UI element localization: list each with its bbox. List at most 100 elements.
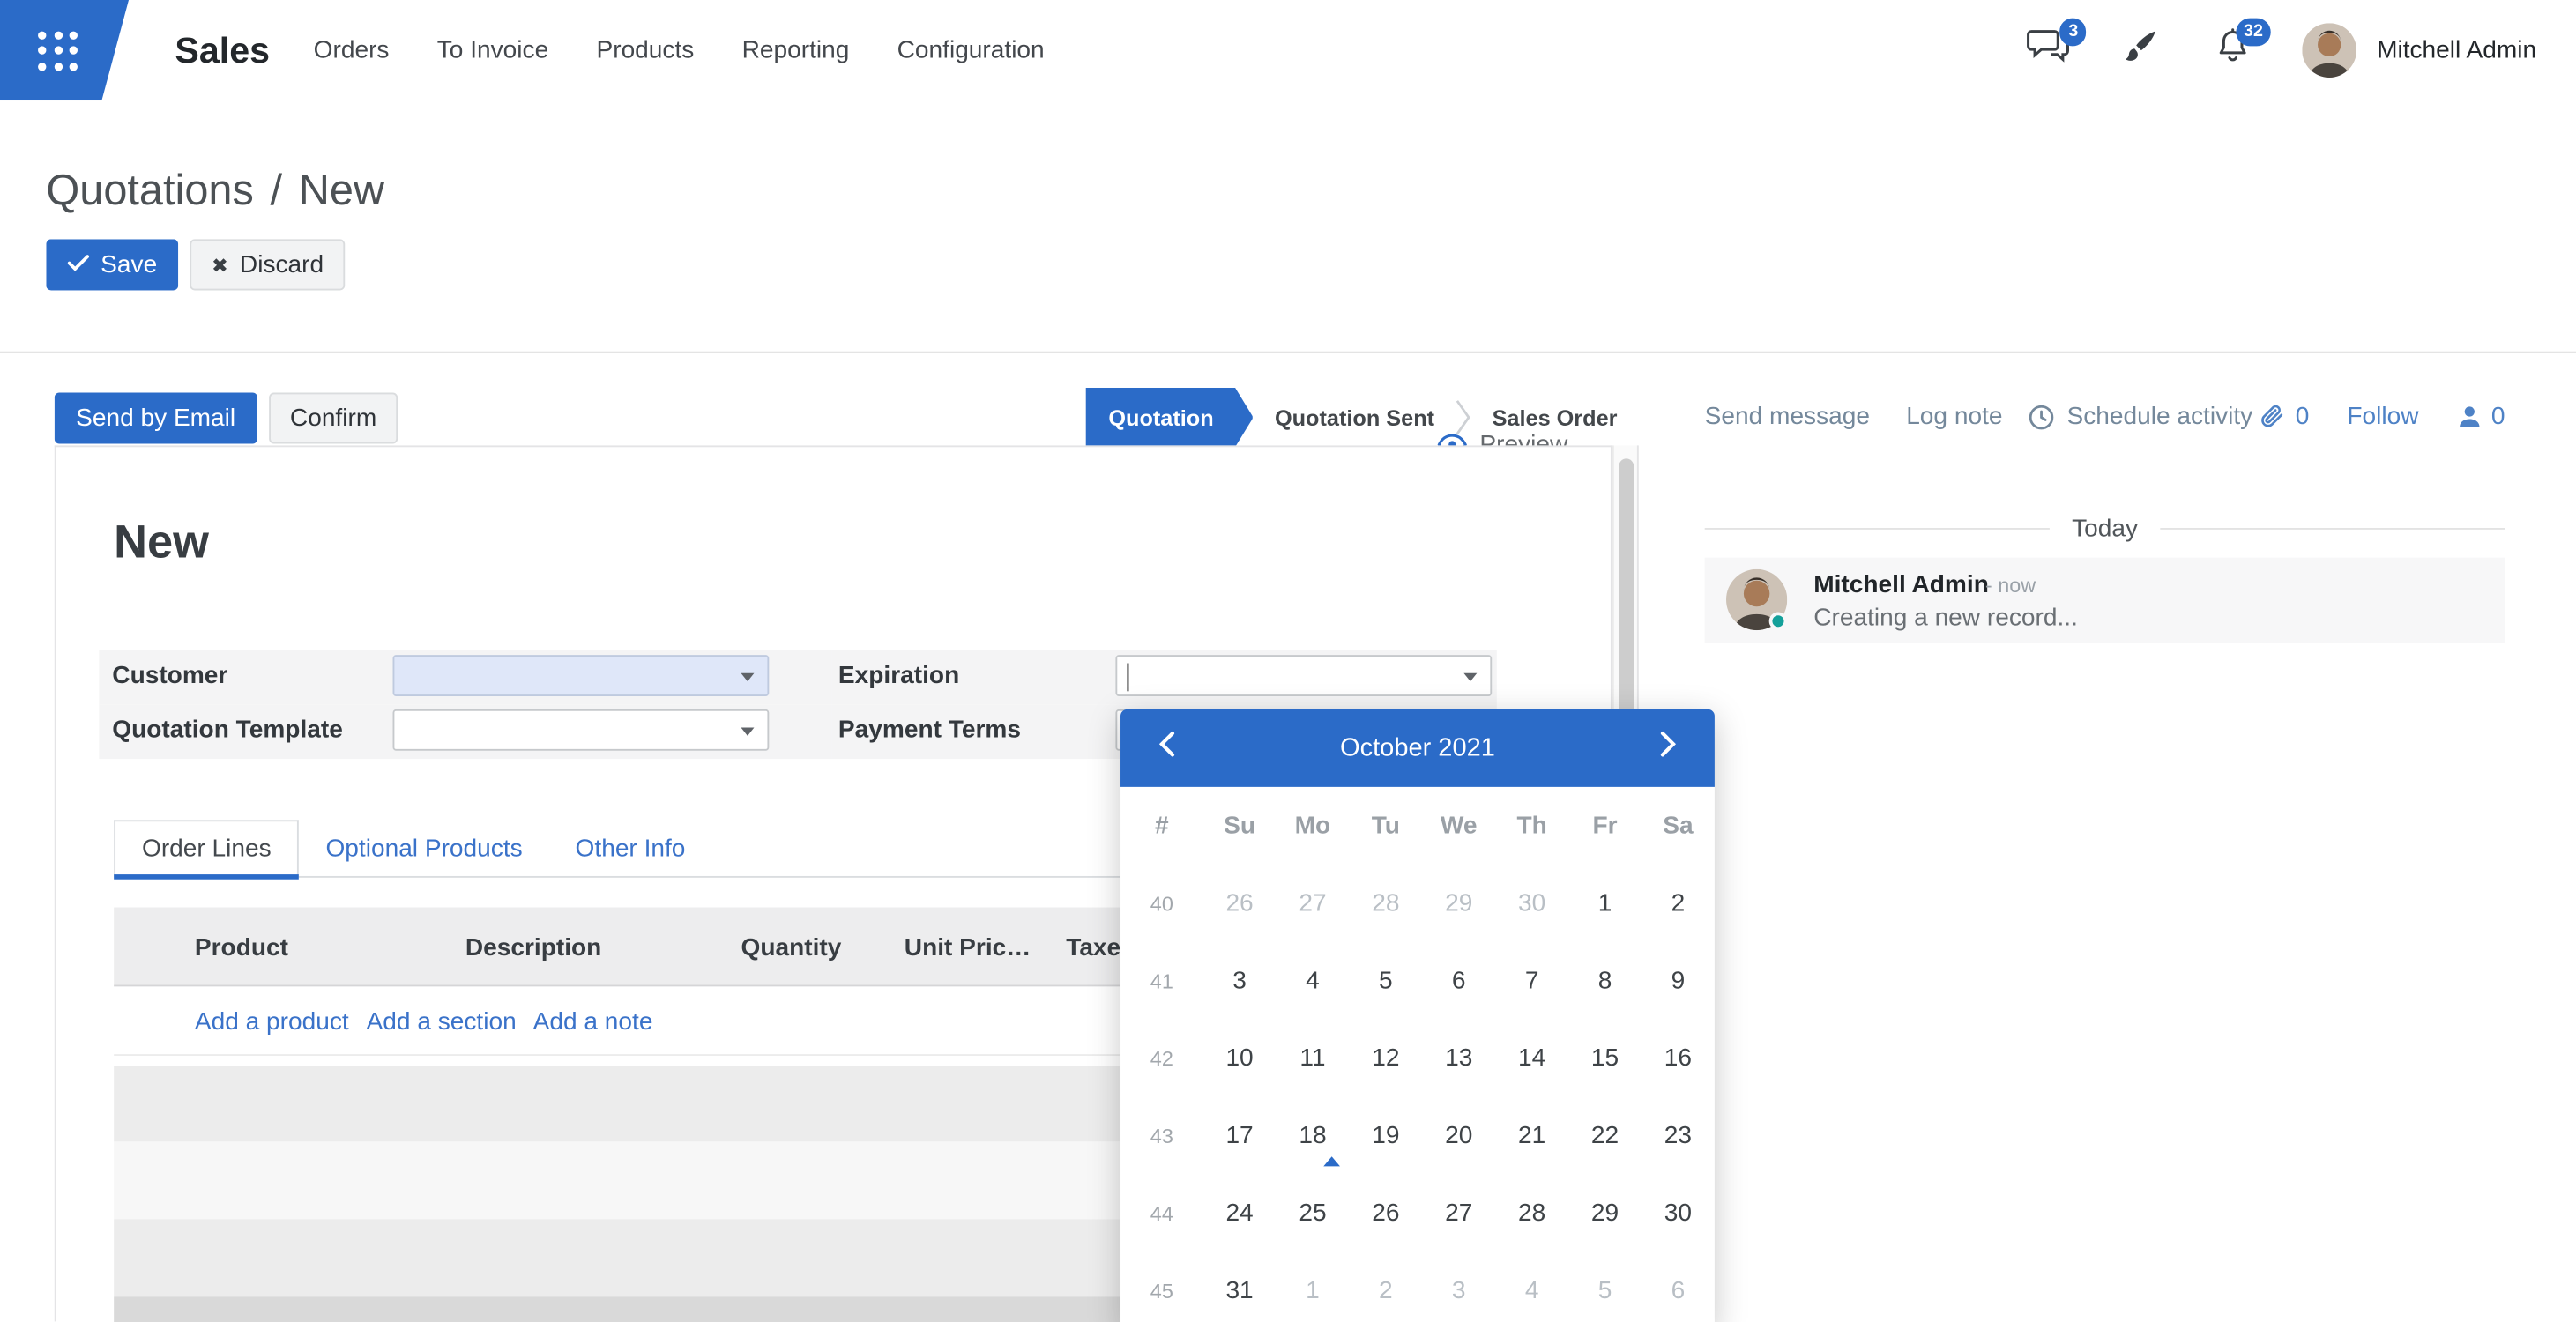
quotation-template-input[interactable] <box>393 709 770 751</box>
customer-input[interactable] <box>393 655 770 696</box>
breadcrumb-separator: / <box>271 165 283 216</box>
calendar-day[interactable]: 31 <box>1203 1252 1277 1322</box>
menu-item-orders[interactable]: Orders <box>314 36 390 64</box>
calendar-day[interactable]: 14 <box>1495 1020 1568 1097</box>
menu-item-configuration[interactable]: Configuration <box>897 36 1045 64</box>
follow-button[interactable]: Follow <box>2347 403 2418 431</box>
calendar-day[interactable]: 1 <box>1277 1252 1350 1322</box>
calendar-day[interactable]: 6 <box>1642 1252 1715 1322</box>
menu-item-products[interactable]: Products <box>596 36 694 64</box>
apps-menu-button[interactable] <box>0 0 129 100</box>
calendar-day[interactable]: 29 <box>1568 1175 1642 1252</box>
calendar-day[interactable]: 2 <box>1349 1252 1422 1322</box>
calendar-day[interactable]: 13 <box>1422 1020 1495 1097</box>
menu-item-to-invoice[interactable]: To Invoice <box>437 36 548 64</box>
calendar-day[interactable]: 24 <box>1203 1175 1277 1252</box>
calendar-day[interactable]: 26 <box>1203 865 1277 942</box>
user-avatar <box>2303 23 2357 78</box>
calendar-day[interactable]: 27 <box>1422 1175 1495 1252</box>
clock-icon <box>2029 404 2055 430</box>
calendar-day[interactable]: 3 <box>1422 1252 1495 1322</box>
attachments-button[interactable]: 0 <box>2260 403 2310 431</box>
calendar-day[interactable]: 22 <box>1568 1097 1642 1175</box>
user-menu[interactable]: Mitchell Admin <box>2303 23 2536 78</box>
send-by-email-button[interactable]: Send by Email <box>55 393 257 444</box>
calendar-day-today[interactable]: 18 <box>1277 1097 1350 1175</box>
calendar-day[interactable]: 11 <box>1277 1020 1350 1097</box>
calendar-day[interactable]: 8 <box>1568 942 1642 1020</box>
confirm-button[interactable]: Confirm <box>269 393 398 444</box>
messages-button[interactable]: 3 <box>2025 28 2070 73</box>
prev-month-button[interactable] <box>1147 728 1187 768</box>
save-button[interactable]: Save <box>46 239 178 290</box>
calendar-day[interactable]: 19 <box>1349 1097 1422 1175</box>
calendar-day[interactable]: 7 <box>1495 942 1568 1020</box>
datepicker-title[interactable]: October 2021 <box>1187 733 1649 763</box>
dow-label: # <box>1155 812 1169 840</box>
calendar-week-row: 40262728293012 <box>1120 865 1715 942</box>
calendar-day[interactable]: 16 <box>1642 1020 1715 1097</box>
calendar-day[interactable]: 30 <box>1642 1175 1715 1252</box>
calendar-week-row: 4531123456 <box>1120 1252 1715 1322</box>
next-month-button[interactable] <box>1649 728 1688 768</box>
caret-down-icon <box>1463 673 1477 681</box>
calendar-day[interactable]: 20 <box>1422 1097 1495 1175</box>
calendar-day[interactable]: 6 <box>1422 942 1495 1020</box>
calendar-day[interactable]: 4 <box>1277 942 1350 1020</box>
calendar-day[interactable]: 21 <box>1495 1097 1568 1175</box>
calendar-day[interactable]: 17 <box>1203 1097 1277 1175</box>
calendar-week-number: 41 <box>1150 969 1173 992</box>
expiration-input[interactable] <box>1115 655 1492 696</box>
person-icon <box>2457 405 2482 429</box>
status-quotation-sent[interactable]: Quotation Sent <box>1254 388 1456 447</box>
breadcrumb-quotations[interactable]: Quotations <box>46 165 253 216</box>
status-quotation[interactable]: Quotation <box>1085 388 1253 447</box>
add-a-section-link[interactable]: Add a section <box>367 1008 517 1036</box>
discard-button[interactable]: ✖ Discard <box>190 239 346 290</box>
top-navbar: Sales Orders To Invoice Products Reporti… <box>0 0 2576 100</box>
schedule-activity-button[interactable]: Schedule activity <box>2029 403 2252 431</box>
calendar-day[interactable]: 9 <box>1642 942 1715 1020</box>
calendar-day[interactable]: 10 <box>1203 1020 1277 1097</box>
message-body: Creating a new record... <box>1813 604 2078 632</box>
add-a-note-link[interactable]: Add a note <box>533 1008 653 1036</box>
calendar-day[interactable]: 5 <box>1568 1252 1642 1322</box>
attachments-count: 0 <box>2296 403 2310 431</box>
calendar-day[interactable]: 1 <box>1568 865 1642 942</box>
calendar-day[interactable]: 30 <box>1495 865 1568 942</box>
calendar-day[interactable]: 3 <box>1203 942 1277 1020</box>
tab-optional-products[interactable]: Optional Products <box>300 820 549 876</box>
calendar-day[interactable]: 25 <box>1277 1175 1350 1252</box>
calendar-day[interactable]: 26 <box>1349 1175 1422 1252</box>
log-note-button[interactable]: Log note <box>1906 403 2002 431</box>
breadcrumb: Quotations / New <box>46 165 384 216</box>
calendar-week-row: 4210111213141516 <box>1120 1020 1715 1097</box>
calendar-day[interactable]: 15 <box>1568 1020 1642 1097</box>
calendar-day[interactable]: 28 <box>1495 1175 1568 1252</box>
calendar-day[interactable]: 28 <box>1349 865 1422 942</box>
calendar-day[interactable]: 27 <box>1277 865 1350 942</box>
expiration-label: Expiration <box>838 662 959 690</box>
tab-order-lines[interactable]: Order Lines <box>114 820 299 876</box>
calendar-day[interactable]: 12 <box>1349 1020 1422 1097</box>
add-a-product-link[interactable]: Add a product <box>195 1008 349 1036</box>
tab-other-info[interactable]: Other Info <box>549 820 712 876</box>
menu-item-reporting[interactable]: Reporting <box>742 36 850 64</box>
caret-down-icon <box>741 673 754 681</box>
calendar-day[interactable]: 2 <box>1642 865 1715 942</box>
calendar-day[interactable]: 5 <box>1349 942 1422 1020</box>
followers-button[interactable]: 0 <box>2457 403 2505 431</box>
save-label: Save <box>101 251 157 279</box>
calendar-day[interactable]: 23 <box>1642 1097 1715 1175</box>
text-cursor <box>1128 664 1129 692</box>
send-message-button[interactable]: Send message <box>1705 403 1870 431</box>
calendar-day[interactable]: 29 <box>1422 865 1495 942</box>
customize-button[interactable] <box>2118 28 2163 73</box>
paperclip-icon <box>2260 403 2286 431</box>
app-name[interactable]: Sales <box>175 0 270 100</box>
activities-button[interactable]: 32 <box>2210 28 2255 73</box>
calendar-day[interactable]: 4 <box>1495 1252 1568 1322</box>
navbar-systray: 3 32 Mitchell Admin <box>2025 0 2536 100</box>
panel-divider <box>0 352 2576 353</box>
message-author[interactable]: Mitchell Admin <box>1813 571 1989 599</box>
